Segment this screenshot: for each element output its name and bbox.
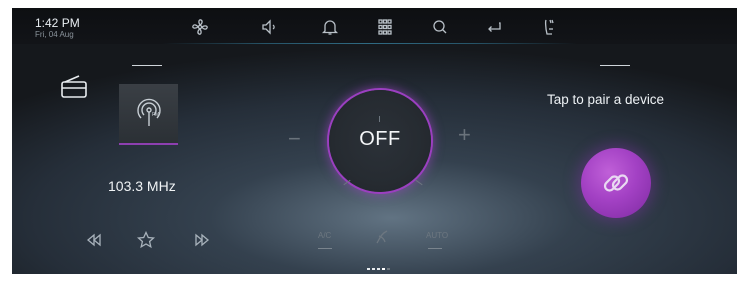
page-dot[interactable]: [387, 268, 390, 270]
fm-station-tile[interactable]: FM: [119, 84, 178, 145]
radio-frequency: 103.3 MHz: [108, 178, 176, 194]
auto-indicator: [428, 248, 442, 249]
infotainment-screen: 1:42 PM Fri, 04 Aug FM 103.3 MHz − + OFF…: [12, 8, 737, 274]
temperature-increase-button[interactable]: +: [458, 124, 471, 146]
svg-text:FM: FM: [152, 112, 159, 118]
fast-forward-icon[interactable]: [192, 231, 212, 249]
climate-power-dial[interactable]: OFF: [329, 90, 431, 192]
ac-indicator: [318, 248, 332, 249]
page-dot[interactable]: [377, 268, 380, 270]
fm-antenna-icon: FM: [137, 98, 161, 126]
clock-date: Fri, 04 Aug: [35, 30, 74, 39]
seat-heat-icon[interactable]: [539, 18, 559, 36]
back-icon[interactable]: [484, 18, 504, 36]
status-bar: 1:42 PM Fri, 04 Aug: [12, 8, 737, 44]
search-icon[interactable]: [430, 18, 450, 36]
rewind-icon[interactable]: [84, 231, 104, 249]
pairing-panel-handle: [600, 65, 630, 66]
auto-label[interactable]: AUTO: [426, 231, 448, 240]
dial-tick-right: [415, 179, 423, 186]
dial-tick-top: [379, 116, 380, 122]
page-dot[interactable]: [367, 268, 370, 270]
bell-icon[interactable]: [320, 18, 340, 36]
fan-icon[interactable]: [190, 18, 210, 36]
clock-time: 1:42 PM: [35, 16, 80, 30]
page-dot-active[interactable]: [382, 268, 385, 270]
radio-panel-handle: [132, 65, 162, 66]
climate-state: OFF: [359, 128, 401, 150]
pair-device-prompt[interactable]: Tap to pair a device: [547, 92, 664, 107]
fan-speed-icon[interactable]: [372, 228, 392, 246]
pair-device-button[interactable]: [581, 148, 651, 218]
speaker-icon[interactable]: [260, 18, 280, 36]
page-dot[interactable]: [372, 268, 375, 270]
apps-grid-icon[interactable]: [375, 18, 395, 36]
favorite-star-icon[interactable]: [136, 230, 156, 249]
radio-icon[interactable]: [60, 74, 88, 100]
link-icon: [603, 174, 629, 192]
ac-label[interactable]: A/C: [318, 231, 331, 240]
temperature-decrease-button[interactable]: −: [288, 128, 301, 150]
